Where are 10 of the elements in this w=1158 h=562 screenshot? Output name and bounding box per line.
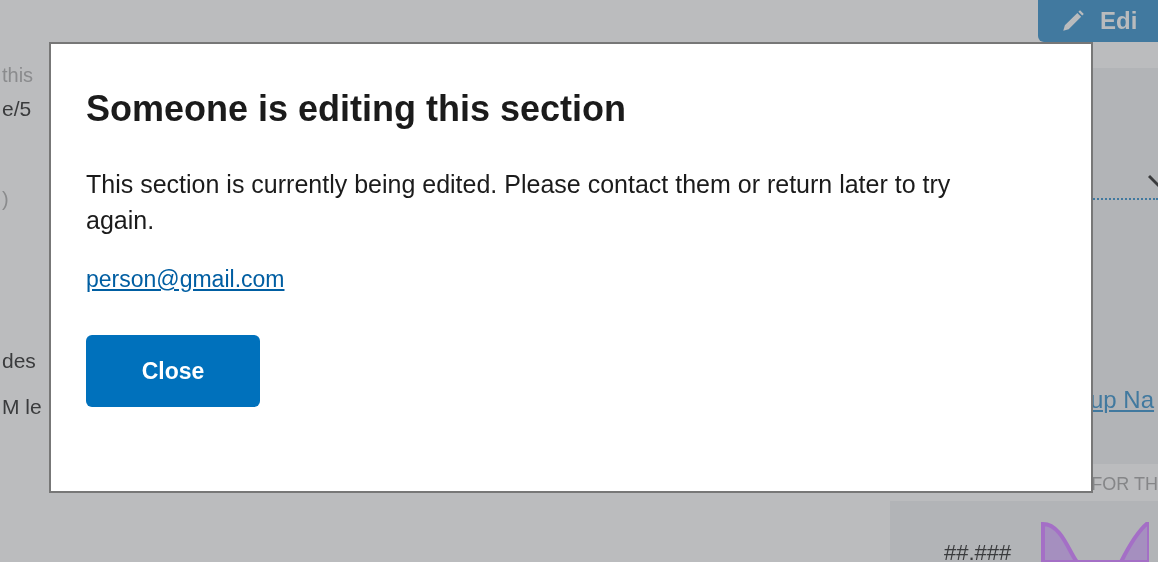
page-text: M le <box>2 394 42 420</box>
dialog-title: Someone is editing this section <box>86 88 628 130</box>
page-text: e/5 <box>2 96 32 122</box>
email-link[interactable]: person@gmail.com <box>86 266 285 293</box>
page-text: des <box>2 348 36 374</box>
chevron-icon <box>1148 173 1158 190</box>
page-text: ) <box>2 187 9 212</box>
dialog-message: This section is currently being edited. Please contact them or return later to try again. <box>86 169 952 236</box>
close-button[interactable]: Close <box>86 335 260 407</box>
value-text: ##.### <box>944 540 1012 562</box>
